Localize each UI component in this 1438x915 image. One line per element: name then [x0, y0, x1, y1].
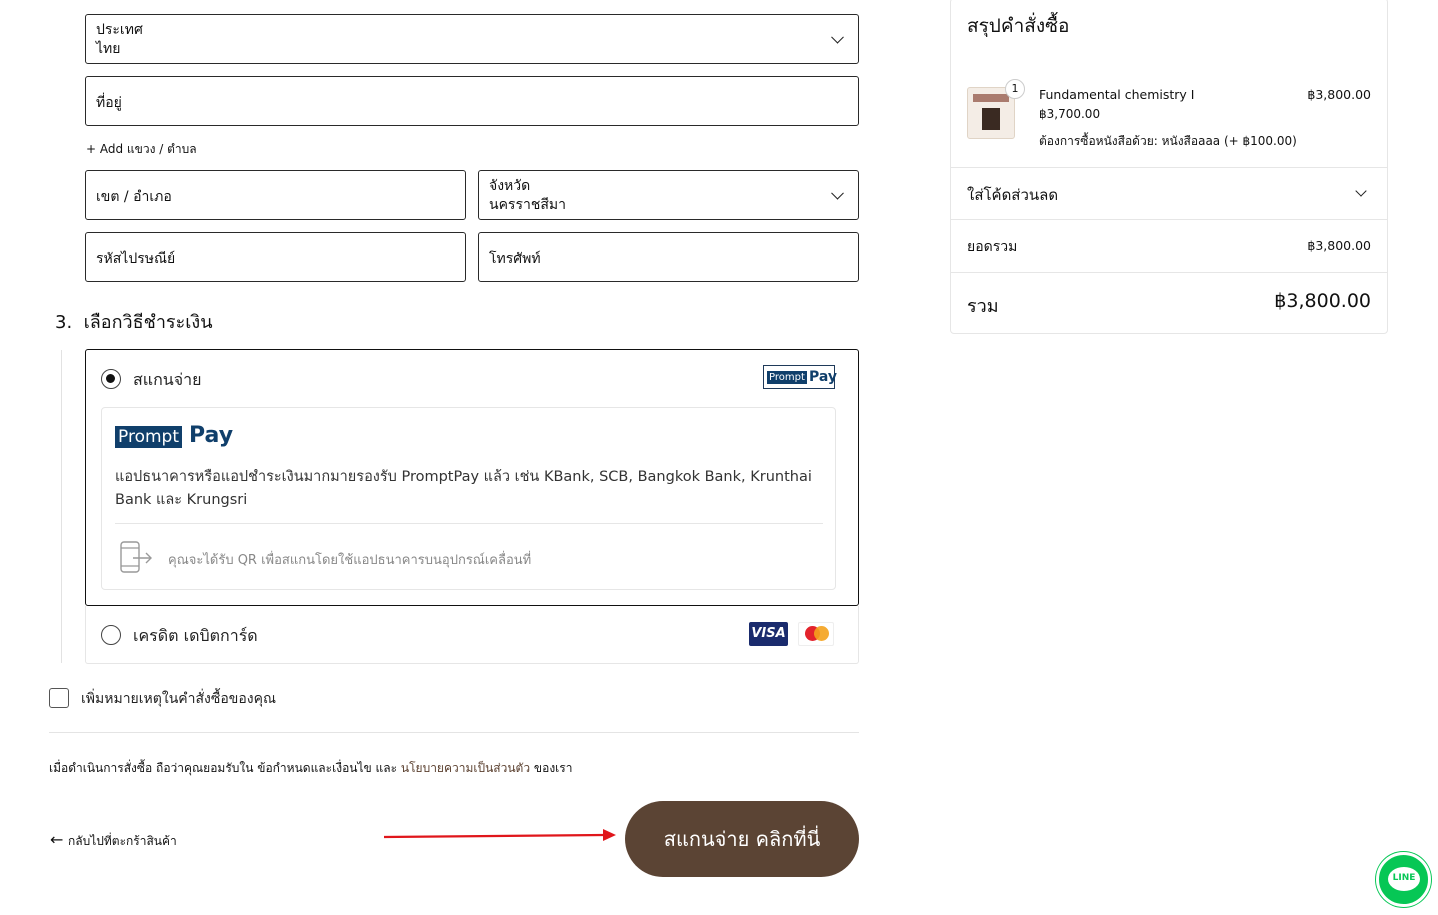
district-placeholder: เขต / อำเภอ: [96, 189, 172, 205]
card-radio[interactable]: [101, 625, 121, 645]
panel-divider: [115, 523, 823, 524]
mastercard-icon: [798, 622, 834, 646]
section-divider-line: [61, 350, 62, 663]
line-label: LINE: [1392, 873, 1416, 883]
promptpay-description: แอปธนาคารหรือแอปชำระเงินมากมายรองรับ Pro…: [115, 469, 812, 508]
country-select[interactable]: ประเทศ ไทย: [85, 14, 859, 64]
phone-field[interactable]: โทรศัพท์: [478, 232, 859, 282]
back-to-cart-label: กลับไปที่ตะกร้าสินค้า: [68, 834, 177, 848]
postal-code-placeholder: รหัสไปรษณีย์: [96, 251, 176, 267]
promptpay-info-panel: Prompt Pay แอปธนาคารหรือแอปชำระเงินมากมา…: [101, 407, 836, 590]
product-price: ฿3,800.00: [1307, 87, 1371, 102]
phone-redirect-icon: [120, 541, 152, 573]
back-to-cart-link[interactable]: ← กลับไปที่ตะกร้าสินค้า: [50, 830, 177, 851]
payment-option-scan[interactable]: สแกนจ่าย Prompt Pay Prompt Pay แอปธนาคาร…: [85, 349, 859, 606]
privacy-policy-link[interactable]: นโยบายความเป็นส่วนตัว: [401, 761, 530, 775]
promptpay-badge-icon: Prompt Pay: [763, 365, 837, 389]
red-arrow-annotation: [383, 829, 616, 841]
order-note-label[interactable]: เพิ่มหมายเหตุในคำสั่งซื้อของคุณ: [81, 688, 276, 710]
product-option: ต้องการซื้อหนังสือด้วย: หนังสือaaa (+ ฿1…: [1039, 134, 1297, 148]
total-label: รวม: [967, 296, 999, 317]
summary-title: สรุปคำสั่งซื้อ: [967, 15, 1070, 37]
product-name: Fundamental chemistry I: [1039, 87, 1195, 102]
province-select[interactable]: จังหวัด นครราชสีมา: [478, 170, 859, 220]
discount-code-toggle[interactable]: ใส่โค้ดส่วนลด: [967, 183, 1058, 207]
scan-label: สแกนจ่าย: [133, 370, 202, 389]
district-field[interactable]: เขต / อำเภอ: [85, 170, 466, 220]
card-label: เครดิต เดบิตการ์ด: [133, 626, 258, 645]
summary-divider: [951, 167, 1387, 168]
country-value: ไทย: [96, 41, 121, 57]
summary-divider: [951, 272, 1387, 273]
chevron-down-icon[interactable]: [1355, 185, 1367, 197]
phone-placeholder: โทรศัพท์: [489, 251, 541, 267]
order-note-checkbox[interactable]: [49, 688, 69, 708]
total-value: ฿3,800.00: [1274, 290, 1371, 312]
terms-prefix: เมื่อดำเนินการสั่งซื้อ ถือว่าคุณยอมรับใน…: [49, 761, 401, 775]
line-chat-button[interactable]: LINE: [1376, 852, 1431, 907]
payment-option-card[interactable]: เครดิต เดบิตการ์ด VISA: [85, 606, 859, 664]
arrow-left-icon: ←: [50, 830, 64, 849]
province-value: นครราชสีมา: [489, 197, 566, 213]
payment-section-title: 3. เลือกวิธีชำระเงิน: [55, 312, 213, 333]
add-subdistrict-link[interactable]: + Add แขวง / ตำบล: [86, 140, 197, 159]
address-field[interactable]: ที่อยู่: [85, 76, 859, 126]
terms-text: เมื่อดำเนินการสั่งซื้อ ถือว่าคุณยอมรับใน…: [49, 759, 572, 778]
subtotal-value: ฿3,800.00: [1307, 238, 1371, 253]
scan-radio[interactable]: [101, 369, 121, 389]
quantity-badge: 1: [1005, 79, 1025, 99]
visa-icon: VISA: [749, 622, 788, 646]
chevron-down-icon: [831, 186, 844, 200]
chevron-down-icon: [831, 30, 844, 44]
terms-suffix: ของเรา: [530, 761, 573, 775]
order-summary-panel: สรุปคำสั่งซื้อ 1 Fundamental chemistry I…: [950, 0, 1388, 334]
address-placeholder: ที่อยู่: [96, 95, 122, 111]
summary-divider: [951, 219, 1387, 220]
product-base-price: ฿3,700.00: [1039, 107, 1101, 121]
divider: [49, 732, 859, 733]
scan-pay-button[interactable]: สแกนจ่าย คลิกที่นี่: [625, 801, 859, 877]
qr-note: คุณจะได้รับ QR เพื่อสแกนโดยใช้แอปธนาคารบ…: [168, 553, 532, 568]
postal-code-field[interactable]: รหัสไปรษณีย์: [85, 232, 466, 282]
subtotal-label: ยอดรวม: [967, 239, 1018, 255]
